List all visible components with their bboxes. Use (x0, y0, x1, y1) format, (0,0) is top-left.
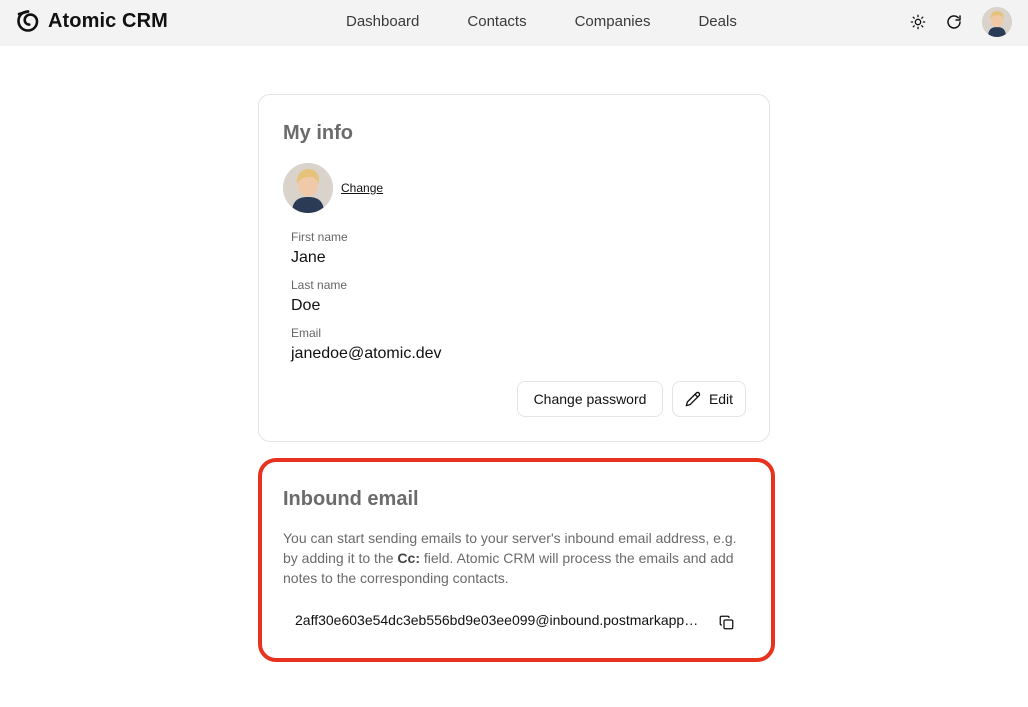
first-name-label: First name (291, 230, 348, 244)
last-name-value: Doe (291, 297, 321, 314)
theme-toggle-button[interactable] (906, 10, 930, 34)
last-name-label: Last name (291, 278, 348, 292)
copy-address-button[interactable] (716, 612, 736, 632)
my-info-title: My info (283, 122, 353, 144)
inbound-email-address: 2aff30e603e54dc3eb556bd9e03ee099@inbound… (295, 612, 700, 628)
my-info-card: My info Change First name Jane Last name… (258, 94, 770, 442)
inbound-text-cc: Cc: (397, 550, 420, 566)
nav-companies[interactable]: Companies (575, 13, 651, 31)
edit-button[interactable]: Edit (672, 381, 746, 417)
user-avatar[interactable] (982, 7, 1012, 37)
refresh-icon (947, 15, 961, 29)
nav-dashboard[interactable]: Dashboard (346, 13, 419, 31)
top-app-bar: Atomic CRM Dashboard Contacts Companies … (0, 0, 1028, 46)
main-nav: Dashboard Contacts Companies Deals (346, 13, 737, 31)
refresh-button[interactable] (942, 10, 966, 34)
pencil-icon (685, 391, 701, 407)
change-password-label: Change password (533, 391, 647, 407)
first-name-value: Jane (291, 249, 326, 266)
nav-deals[interactable]: Deals (698, 13, 736, 31)
first-name-field: First name Jane (291, 230, 348, 268)
change-avatar-link[interactable]: Change (341, 181, 383, 195)
inbound-email-title: Inbound email (283, 488, 419, 510)
inbound-description: You can start sending emails to your ser… (283, 528, 745, 588)
brand[interactable]: Atomic CRM (16, 9, 168, 33)
change-password-button[interactable]: Change password (517, 381, 663, 417)
edit-label: Edit (708, 391, 734, 407)
email-value: janedoe@atomic.dev (291, 345, 442, 362)
email-label: Email (291, 326, 322, 340)
copy-icon (719, 615, 733, 629)
sun-icon (910, 14, 926, 30)
inbound-email-card: Inbound email You can start sending emai… (258, 458, 775, 662)
email-field: Email janedoe@atomic.dev (291, 326, 442, 364)
last-name-field: Last name Doe (291, 278, 347, 316)
profile-avatar (283, 163, 333, 213)
top-actions (906, 7, 1012, 37)
atomic-logo-icon (17, 10, 39, 32)
app-name: Atomic CRM (48, 9, 168, 32)
nav-contacts[interactable]: Contacts (467, 13, 526, 31)
